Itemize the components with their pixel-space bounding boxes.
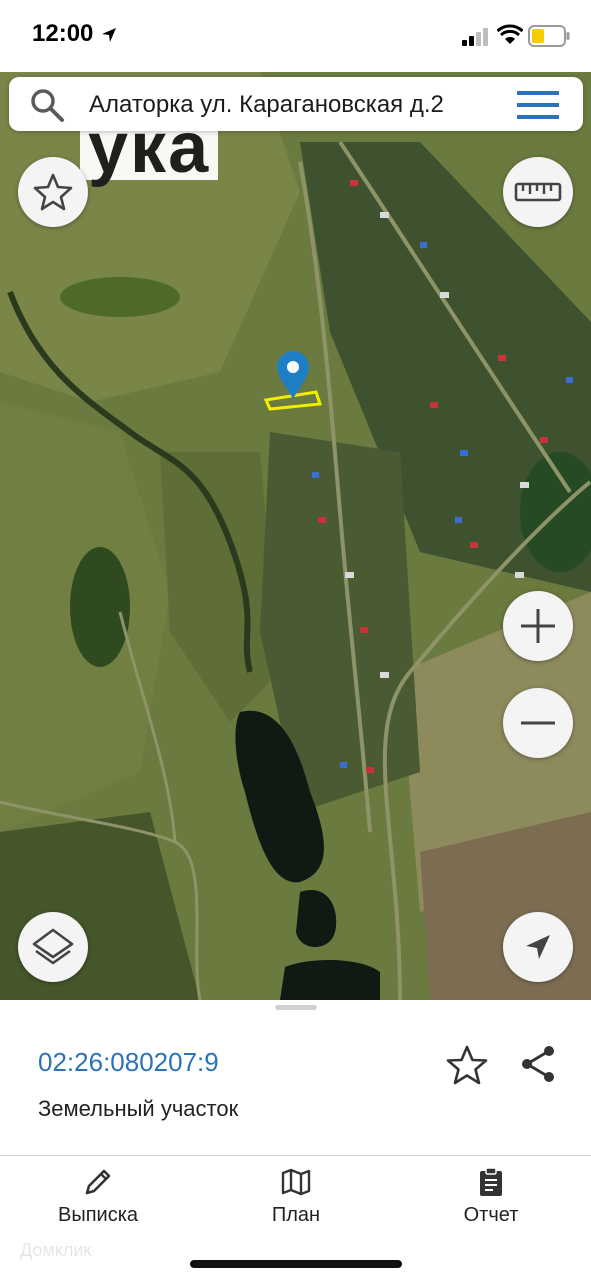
add-favorite-star-icon[interactable] — [446, 1044, 488, 1086]
search-input[interactable]: Алаторка ул. Карагановская д.2 — [89, 91, 444, 119]
zoom-out-button[interactable] — [503, 688, 573, 758]
home-indicator[interactable] — [190, 1260, 402, 1268]
location-services-icon — [102, 28, 116, 42]
nav-item-extract[interactable]: Выписка — [23, 1166, 173, 1236]
layers-button[interactable] — [18, 912, 88, 982]
watermark: Домклик — [20, 1240, 92, 1260]
navigation-arrow-icon — [526, 935, 550, 959]
minus-icon — [521, 721, 555, 725]
object-details-sheet[interactable]: 02:26:080207:9 Земельный участок — [0, 1000, 591, 1155]
satellite-map[interactable]: ука — [0, 72, 591, 1000]
nav-item-report[interactable]: Отчет — [416, 1166, 566, 1236]
star-icon — [33, 173, 73, 211]
pencil-icon — [85, 1169, 111, 1195]
my-location-button[interactable] — [503, 912, 573, 982]
hamburger-menu-icon[interactable] — [517, 89, 561, 121]
sheet-drag-handle[interactable] — [275, 1005, 317, 1010]
object-type-label: Земельный участок — [38, 1096, 239, 1121]
plus-icon — [521, 609, 555, 643]
ruler-icon — [514, 182, 562, 202]
layers-icon — [32, 928, 74, 965]
nav-item-plan[interactable]: План — [221, 1166, 371, 1236]
search-icon[interactable] — [29, 87, 65, 123]
clipboard-icon — [480, 1167, 502, 1196]
status-bar: 12:00 — [0, 0, 591, 72]
wifi-icon — [497, 24, 523, 44]
battery-icon — [528, 25, 570, 47]
nav-label-report: Отчет — [463, 1204, 519, 1226]
status-time: 12:00 — [32, 20, 94, 47]
share-icon[interactable] — [518, 1044, 558, 1084]
bottom-navigation: Выписка План Отчет Домклик — [0, 1155, 591, 1281]
favorite-button[interactable] — [18, 157, 88, 227]
search-bar[interactable]: Алаторка ул. Карагановская д.2 — [9, 77, 583, 131]
zoom-in-button[interactable] — [503, 591, 573, 661]
map-icon — [281, 1168, 311, 1196]
ruler-button[interactable] — [503, 157, 573, 227]
nav-label-extract: Выписка — [57, 1204, 139, 1226]
nav-label-plan: План — [271, 1204, 321, 1226]
cellular-signal-icon — [462, 28, 488, 46]
satellite-imagery — [0, 72, 591, 1000]
cadastral-number[interactable]: 02:26:080207:9 — [38, 1047, 219, 1078]
location-marker-icon[interactable] — [276, 350, 310, 400]
